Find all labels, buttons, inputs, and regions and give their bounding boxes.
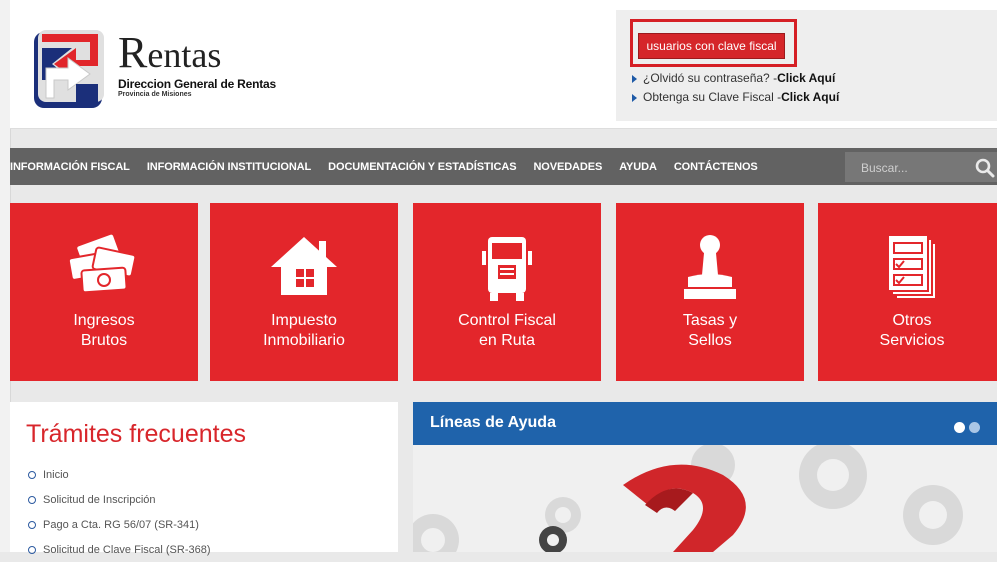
- tile-label-line2: Brutos: [80, 332, 128, 349]
- brand-block[interactable]: Rentas Direccion General de Rentas Provi…: [118, 28, 276, 99]
- brand-title: Rentas: [118, 28, 222, 77]
- carousel-dot[interactable]: [969, 422, 980, 433]
- tile-label-line2: Sellos: [688, 332, 732, 349]
- clave-fiscal-login-button[interactable]: usuarios con clave fiscal: [638, 33, 785, 59]
- documents-icon: [887, 234, 937, 300]
- search-icon[interactable]: [975, 158, 995, 178]
- nav-novedades[interactable]: NOVEDADES: [533, 161, 602, 173]
- nav-items: INFORMACIÓN FISCAL INFORMACIÓN INSTITUCI…: [10, 148, 775, 185]
- rentas-logo[interactable]: [32, 28, 108, 110]
- tramites-panel: Trámites frecuentes Inicio Solicitud de …: [10, 402, 398, 556]
- bullet-arrow-icon: [632, 93, 637, 102]
- bullet-arrow-icon: [632, 74, 637, 83]
- nav-ayuda[interactable]: AYUDA: [619, 161, 657, 173]
- tile-label-line1: Impuesto: [271, 312, 337, 329]
- forgot-password-text: ¿Olvidó su contraseña? -: [643, 71, 778, 85]
- search-box: [845, 152, 997, 182]
- tile-control-fiscal[interactable]: Control Fiscal en Ruta: [413, 203, 601, 381]
- obtain-key-link[interactable]: Click Aquí: [781, 88, 839, 107]
- list-item[interactable]: Inicio: [28, 462, 211, 487]
- nav-informacion-fiscal[interactable]: INFORMACIÓN FISCAL: [10, 161, 130, 173]
- bullet-circle-icon: [28, 520, 36, 529]
- obtain-key-row[interactable]: Obtenga su Clave Fiscal - Click Aquí: [630, 88, 839, 107]
- bullet-circle-icon: [28, 545, 36, 554]
- list-item[interactable]: Solicitud de Inscripción: [28, 487, 211, 512]
- house-icon: [271, 237, 337, 295]
- tramites-title: Trámites frecuentes: [26, 420, 246, 448]
- list-item[interactable]: Solicitud de Clave Fiscal (SR-368): [28, 537, 211, 562]
- ayuda-panel: Líneas de Ayuda: [413, 402, 997, 552]
- tile-tasas-sellos[interactable]: Tasas y Sellos: [616, 203, 804, 381]
- ayuda-header: Líneas de Ayuda: [413, 402, 997, 445]
- forgot-password-row[interactable]: ¿Olvidó su contraseña? - Click Aquí: [630, 69, 839, 88]
- truck-icon: [482, 237, 532, 301]
- tile-label-line2: Servicios: [879, 332, 945, 349]
- search-input[interactable]: [859, 158, 963, 178]
- tile-ingresos-brutos[interactable]: Ingresos Brutos: [10, 203, 198, 381]
- nav-documentacion[interactable]: DOCUMENTACIÓN Y ESTADÍSTICAS: [328, 161, 516, 173]
- tile-otros-servicios[interactable]: Otros Servicios: [818, 203, 997, 381]
- carousel-dot-active[interactable]: [954, 422, 965, 433]
- tile-label-line1: Control Fiscal: [458, 312, 556, 329]
- obtain-key-text: Obtenga su Clave Fiscal -: [643, 90, 782, 104]
- tile-label-line1: Ingresos: [73, 312, 135, 329]
- tile-label-line1: Otros: [892, 312, 932, 329]
- login-links: ¿Olvidó su contraseña? - Click Aquí Obte…: [630, 69, 839, 107]
- org-name: Direccion General de Rentas: [118, 77, 276, 91]
- ayuda-title: Líneas de Ayuda: [430, 414, 556, 431]
- nav-contactenos[interactable]: CONTÁCTENOS: [674, 161, 758, 173]
- help-banner-image: [413, 445, 997, 552]
- tile-label-line2: Inmobiliario: [263, 332, 345, 349]
- stamp-icon: [684, 235, 736, 299]
- tile-impuesto-inmobiliario[interactable]: Impuesto Inmobiliario: [210, 203, 398, 381]
- list-item[interactable]: Pago a Cta. RG 56/07 (SR-341): [28, 512, 211, 537]
- nav-informacion-institucional[interactable]: INFORMACIÓN INSTITUCIONAL: [147, 161, 311, 173]
- bullet-circle-icon: [28, 495, 36, 504]
- bullet-circle-icon: [28, 470, 36, 479]
- forgot-password-link[interactable]: Click Aquí: [777, 69, 835, 88]
- tramites-list: Inicio Solicitud de Inscripción Pago a C…: [28, 462, 211, 562]
- tile-label-line2: en Ruta: [478, 332, 536, 349]
- province-name: Provincia de Misiones: [118, 91, 192, 98]
- money-icon: [67, 233, 137, 294]
- tile-label-line1: Tasas y: [682, 312, 738, 329]
